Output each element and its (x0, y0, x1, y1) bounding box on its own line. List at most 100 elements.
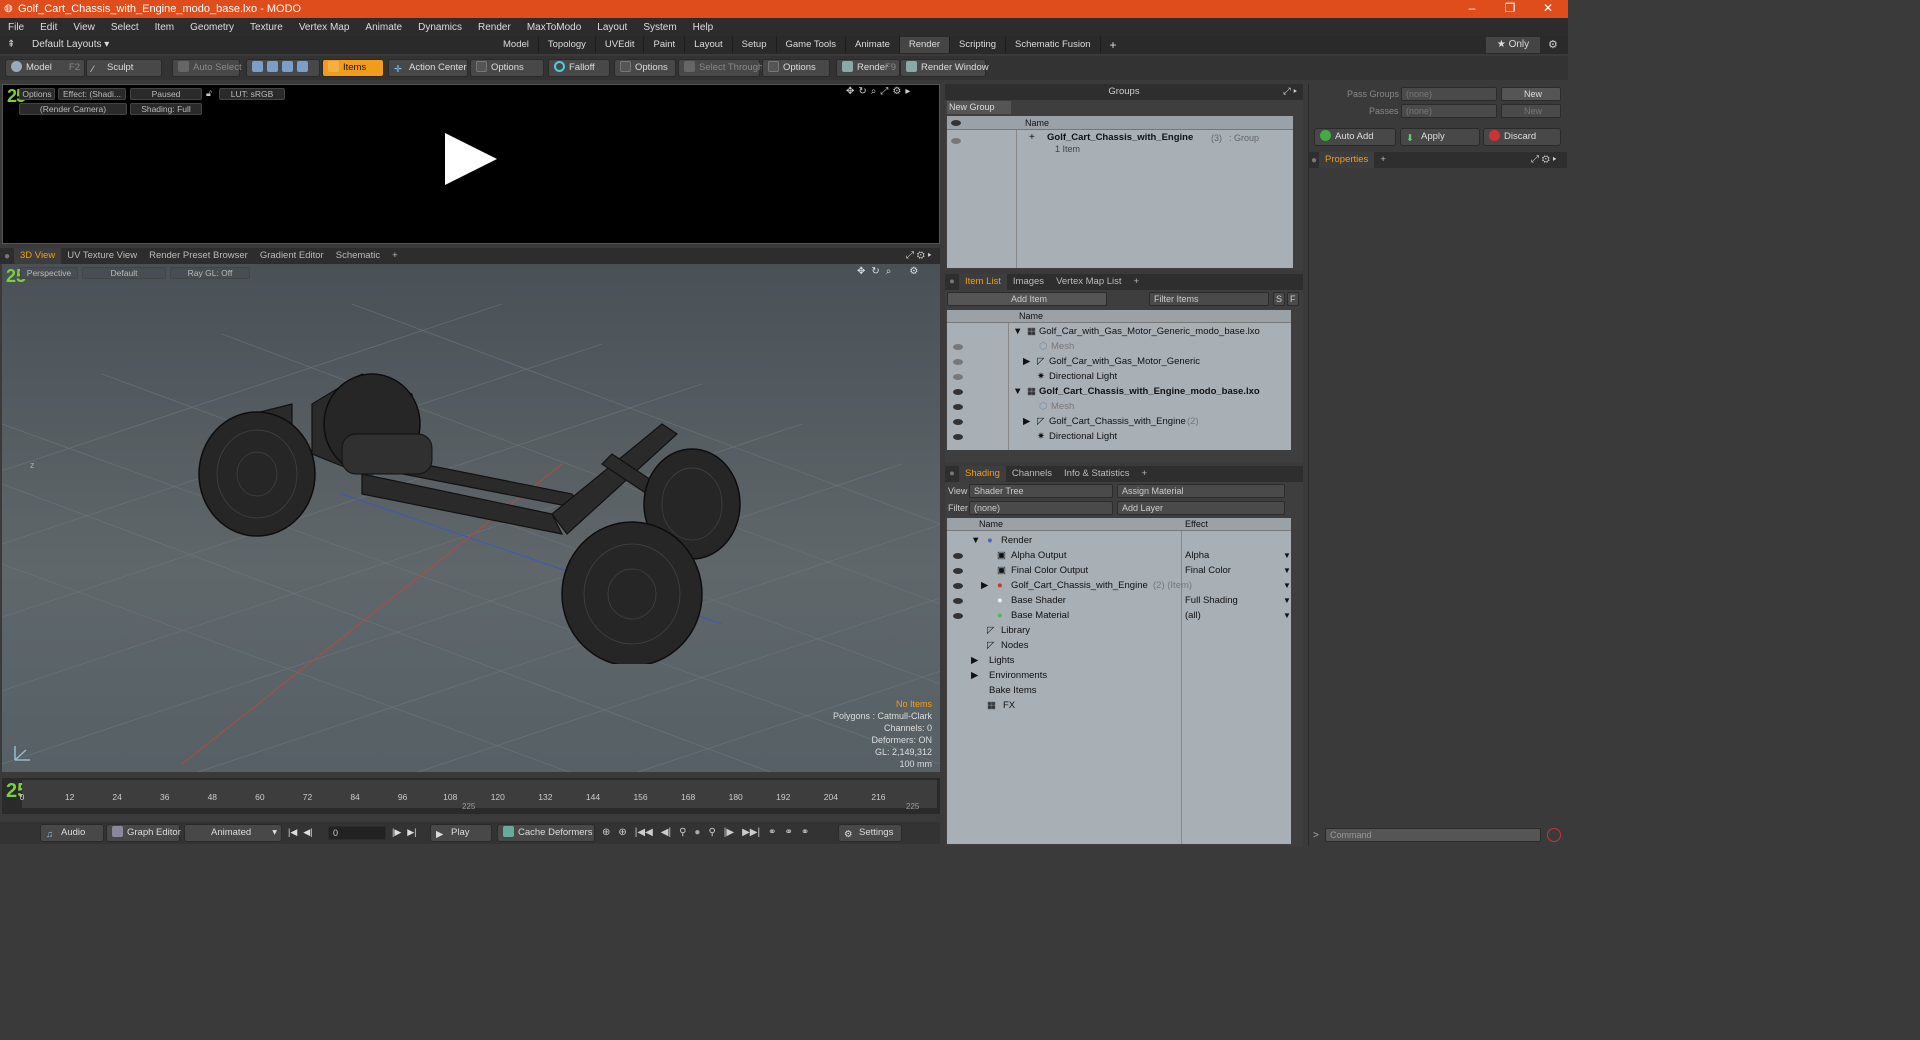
rotate-icon[interactable]: ↻ (858, 86, 866, 97)
view-dropdown[interactable]: Shader Tree (969, 484, 1113, 498)
perspective-dropdown[interactable]: Perspective (20, 267, 78, 279)
visibility-icon[interactable] (953, 583, 963, 589)
move-icon[interactable]: ✥ (857, 266, 865, 277)
new-pass-button[interactable]: New (1501, 104, 1561, 118)
shader-row[interactable]: ● Base Shader Full Shading ▼ (947, 593, 1291, 608)
tab-layout[interactable]: Layout (685, 37, 733, 53)
default-layouts-dropdown[interactable]: Default Layouts ▾ (32, 39, 109, 50)
dropdown-arrow-icon[interactable]: ▼ (1283, 593, 1291, 608)
menu-vertex-map[interactable]: Vertex Map (299, 22, 350, 33)
collapse-arrow-icon[interactable]: ▼ (971, 533, 980, 548)
menu-item[interactable]: Item (155, 22, 174, 33)
add-layout-tab-button[interactable]: + (1101, 37, 1126, 53)
item-row[interactable]: ▶ ◸ Golf_Cart_Chassis_with_Engine (2) (947, 414, 1291, 429)
prev-icon[interactable]: ◀| (661, 827, 671, 838)
paused-button[interactable]: Paused (130, 88, 202, 100)
dropdown-arrow-icon[interactable]: ▼ (1283, 578, 1291, 593)
layout-collapse-icon[interactable]: ⇞ (7, 39, 15, 50)
key-set-icon[interactable]: ⚲ (679, 827, 686, 838)
shader-row[interactable]: Bake Items (947, 683, 1291, 698)
menu-dynamics[interactable]: Dynamics (418, 22, 462, 33)
polygons-mode-icon[interactable] (282, 61, 293, 72)
render-window-button[interactable]: Render Window (900, 59, 989, 77)
item-row[interactable]: ⬡ Mesh (947, 399, 1291, 414)
shader-row[interactable]: ◸ Library (947, 623, 1291, 638)
expand-icon[interactable]: ⤢ ▸ (1283, 84, 1297, 100)
action-center-options-button[interactable]: Options (470, 59, 544, 77)
tab-info-statistics[interactable]: Info & Statistics (1058, 466, 1135, 482)
filter-dropdown[interactable]: (none) (969, 501, 1113, 515)
add-view-tab-button[interactable]: + (386, 248, 404, 264)
expand-arrow-icon[interactable]: ▶ (981, 578, 988, 593)
gear-icon[interactable]: ⚙ (909, 266, 918, 277)
expand-icon[interactable]: ⤢ (880, 86, 888, 97)
filter-items-input[interactable]: Filter Items (1149, 292, 1269, 306)
item-row[interactable]: ▶ ◸ Golf_Car_with_Gas_Motor_Generic (947, 354, 1291, 369)
menu-help[interactable]: Help (693, 22, 714, 33)
add-item-dropdown[interactable]: Add Item (947, 292, 1107, 306)
render-options-button[interactable]: Options (19, 88, 55, 100)
command-status-icon[interactable] (1547, 828, 1561, 842)
vertices-mode-icon[interactable] (252, 61, 263, 72)
menu-maxtomodo[interactable]: MaxToModo (527, 22, 581, 33)
expand-icon[interactable]: ⤢ ⚙ ▸ (906, 250, 932, 261)
filter-f-button[interactable]: F (1287, 292, 1299, 306)
visibility-icon[interactable] (953, 359, 963, 365)
tab-gradient-editor[interactable]: Gradient Editor (254, 248, 330, 264)
visibility-icon[interactable] (953, 374, 963, 380)
add-tab-button[interactable]: + (1128, 274, 1146, 290)
filter-s-button[interactable]: S (1273, 292, 1285, 306)
go-end-icon[interactable]: ▶| (407, 827, 416, 838)
current-frame-input[interactable]: 0 (328, 826, 386, 840)
dropdown-arrow-icon[interactable]: ▼ (1283, 548, 1291, 563)
group-row[interactable]: + Golf_Cart_Chassis_with_Engine (3) : Gr… (947, 132, 1293, 158)
shader-row[interactable]: ▶ Environments (947, 668, 1291, 683)
step-forward-icon[interactable]: |▶ (392, 827, 401, 838)
select-through-options-button[interactable]: Options (762, 59, 830, 77)
maximize-button[interactable]: ❐ (1490, 1, 1530, 15)
falloff-button[interactable]: Falloff (548, 59, 610, 77)
play-icon[interactable] (443, 131, 499, 187)
animated-dropdown[interactable]: Animated ▾ (184, 824, 282, 842)
visibility-icon[interactable] (951, 138, 961, 144)
render-camera-dropdown[interactable]: (Render Camera) (19, 103, 127, 115)
lock-icon[interactable]: 🔓︎ (206, 88, 212, 99)
shader-row[interactable]: ▼ ● Render (947, 533, 1291, 548)
cache-deformers-button[interactable]: Cache Deformers (497, 824, 595, 842)
shader-row[interactable]: ▶ Lights (947, 653, 1291, 668)
zoom-icon[interactable]: ⌕ (871, 86, 877, 97)
visibility-icon[interactable] (953, 598, 963, 604)
zoom-icon[interactable]: ⌕ (886, 266, 892, 277)
menu-animate[interactable]: Animate (365, 22, 402, 33)
tab-model[interactable]: Model (494, 37, 539, 53)
auto-add-button[interactable]: Auto Add (1314, 128, 1396, 146)
menu-render[interactable]: Render (478, 22, 511, 33)
tab-scripting[interactable]: Scripting (950, 37, 1007, 53)
apply-button[interactable]: ⬇ Apply (1400, 128, 1480, 146)
graph-editor-button[interactable]: Graph Editor (106, 824, 181, 842)
tab-images[interactable]: Images (1007, 274, 1050, 290)
3d-viewport[interactable]: 25 Perspective Default Ray GL: Off ✥ ↻ ⌕ ⚙ … (2, 264, 940, 772)
key-del-icon[interactable]: ⚲ (708, 827, 715, 838)
add-layer-dropdown[interactable]: Add Layer (1117, 501, 1285, 515)
tab-animate[interactable]: Animate (846, 37, 900, 53)
tab-3d-view[interactable]: 3D View (14, 248, 62, 264)
golf-cart-chassis-model[interactable] (192, 364, 752, 664)
timeline-ruler[interactable]: 0 12 24 36 48 60 72 84 96 108 120 132 14… (20, 780, 937, 811)
item-row[interactable]: ✷ Directional Light (947, 369, 1291, 384)
close-button[interactable]: ✕ (1528, 1, 1568, 15)
expand-arrow-icon[interactable]: ▶ (1023, 414, 1030, 429)
visibility-icon[interactable] (953, 404, 963, 410)
collapse-arrow-icon[interactable]: ▼ (1013, 324, 1022, 339)
tab-vertex-map-list[interactable]: Vertex Map List (1050, 274, 1127, 290)
shader-row[interactable]: ▣ Final Color Output Final Color ▼ (947, 563, 1291, 578)
link-icon[interactable]: ⚭ (801, 827, 809, 838)
step-back-icon[interactable]: ◀| (303, 827, 312, 838)
visibility-icon[interactable] (953, 568, 963, 574)
shader-row[interactable]: ▦ FX (947, 698, 1291, 713)
key-icon[interactable]: ⊕ (618, 827, 626, 838)
audio-button[interactable]: ♫ Audio (40, 824, 104, 842)
select-through-button[interactable]: Select Through (678, 59, 763, 77)
effect-dropdown[interactable]: Effect: (Shadi... (58, 88, 126, 100)
item-row[interactable]: ⬡ Mesh (947, 339, 1291, 354)
